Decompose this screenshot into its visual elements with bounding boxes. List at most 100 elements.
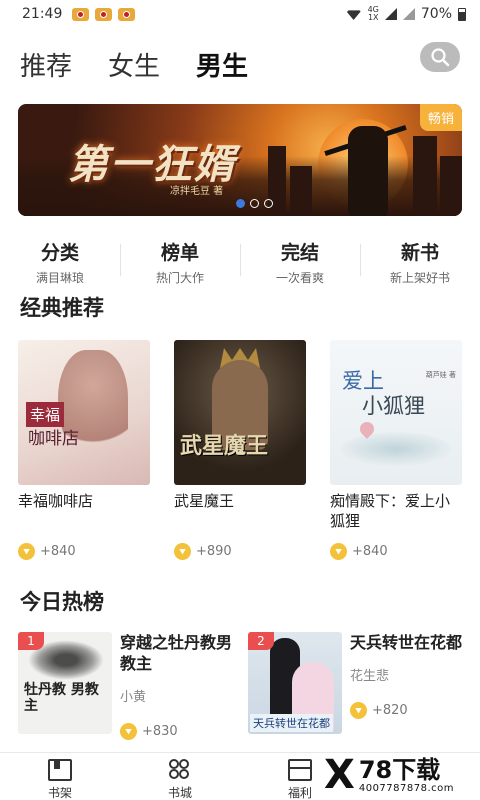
category-ranking[interactable]: 榜单 热门大作	[120, 238, 240, 285]
signal-icon	[384, 8, 397, 20]
gift-icon	[288, 759, 312, 781]
book-card[interactable]: 幸福 咖啡店 幸福咖啡店 +840	[18, 340, 150, 560]
coin-amount: +820	[372, 703, 408, 718]
book-cover[interactable]: 幸福 咖啡店	[18, 340, 150, 485]
wifi-icon	[345, 10, 362, 20]
banner-hero-figure	[348, 126, 388, 216]
category-sub: 新上架好书	[389, 271, 450, 285]
book-coins: +830	[120, 723, 232, 740]
book-title[interactable]: 穿越之牡丹教男教主	[120, 632, 232, 674]
rank-badge: 2	[248, 632, 274, 650]
battery-percent: 70%	[420, 6, 452, 22]
carousel-dot[interactable]	[250, 199, 259, 208]
category-sub: 满目琳琅	[35, 271, 84, 285]
category-completed[interactable]: 完结 一次看爽	[240, 238, 360, 285]
coin-icon	[120, 723, 137, 740]
nav-label: 书城	[167, 786, 192, 800]
watermark-x-icon: X	[324, 752, 355, 798]
watermark-logo: X 78下载 4007787878.com	[324, 752, 474, 798]
banner-author: 凉拌毛豆 著	[170, 186, 224, 197]
weibo-notification-icon	[72, 7, 90, 21]
signal-icon-2	[402, 8, 415, 20]
category-sub: 一次看爽	[275, 271, 324, 285]
book-coins: +840	[330, 543, 462, 560]
bottom-nav: 书架 书城 福利 X 78下载 4007787878.com	[0, 752, 480, 800]
top-tabs: 推荐 女生 男生	[20, 42, 460, 86]
banner-building	[290, 166, 312, 216]
network-type-bottom: 1X	[367, 13, 379, 22]
nav-bookstore[interactable]: 书城	[120, 753, 240, 800]
app-screen: 21:49 4G 1X 70% 推荐 女生 男生 第一狂婿 凉拌毛豆 著 畅销 …	[0, 0, 480, 800]
coin-icon	[174, 543, 191, 560]
bestseller-badge: 畅销	[419, 104, 462, 131]
watermark-text: 78下载	[358, 755, 441, 784]
book-cover[interactable]: 爱上 葫芦娃 著 小狐狸	[330, 340, 462, 485]
coin-icon	[330, 543, 347, 560]
carousel-dots	[236, 199, 273, 208]
app-notification-icon	[95, 7, 113, 21]
book-title[interactable]: 武星魔王	[174, 491, 306, 535]
search-icon	[431, 48, 450, 67]
bookstore-icon	[168, 759, 192, 781]
book-cover[interactable]: 武星魔王	[174, 340, 306, 485]
coin-amount: +830	[142, 724, 178, 739]
weibo-notification-icon-2	[118, 7, 136, 21]
category-new[interactable]: 新书 新上架好书	[360, 238, 480, 285]
section-title-text: 经典推荐	[20, 296, 104, 320]
status-time: 21:49	[22, 6, 63, 22]
banner-building	[413, 136, 437, 216]
status-bar: 21:49 4G 1X 70%	[0, 0, 480, 28]
tab-male[interactable]: 男生	[196, 46, 248, 83]
coin-icon	[18, 543, 35, 560]
search-button[interactable]	[420, 42, 460, 72]
book-card[interactable]: 爱上 葫芦娃 著 小狐狸 痴情殿下：爱上小狐狸 +840	[330, 340, 462, 560]
banner-carousel[interactable]: 第一狂婿 凉拌毛豆 著 畅销	[18, 104, 462, 216]
coin-amount: +890	[196, 544, 232, 559]
cover-title: 牡丹教 男教主	[24, 682, 99, 714]
cover-author: 葫芦娃 著	[425, 371, 456, 379]
book-cover[interactable]: 天兵转世在花都 2	[248, 632, 342, 734]
network-type: 4G 1X	[368, 6, 379, 22]
classic-book-list: 幸福 咖啡店 幸福咖啡店 +840 武星魔王 武星魔王 +890 爱上 葫芦娃 …	[18, 340, 462, 560]
hot-list: 牡丹教 男教主 1 穿越之牡丹教男教主 小黄 +830 天兵转世在花都 2 天兵…	[18, 632, 462, 740]
nav-label: 书架	[47, 786, 72, 800]
book-title[interactable]: 痴情殿下：爱上小狐狸	[330, 491, 462, 535]
coin-amount: +840	[40, 544, 76, 559]
hot-list-item[interactable]: 牡丹教 男教主 1 穿越之牡丹教男教主 小黄 +830	[18, 632, 232, 740]
watermark-url: 4007787878.com	[358, 782, 455, 794]
hot-list-item[interactable]: 天兵转世在花都 2 天兵转世在花都 花生悲 +820	[248, 632, 462, 740]
carousel-dot-active[interactable]	[236, 199, 245, 208]
book-coins: +840	[18, 543, 150, 560]
book-card[interactable]: 武星魔王 武星魔王 +890	[174, 340, 306, 560]
tab-recommend[interactable]: 推荐	[20, 46, 72, 83]
book-cover[interactable]: 牡丹教 男教主 1	[18, 632, 112, 734]
category-title: 完结	[280, 242, 319, 264]
cover-title-line2: 咖啡店	[28, 429, 79, 449]
tab-female[interactable]: 女生	[108, 46, 160, 83]
nav-bookshelf[interactable]: 书架	[0, 753, 120, 800]
coin-icon	[350, 702, 367, 719]
category-title: 新书	[400, 242, 439, 264]
nav-label: 福利	[287, 786, 312, 800]
book-title[interactable]: 幸福咖啡店	[18, 491, 150, 535]
battery-icon	[458, 7, 466, 21]
coin-amount: +840	[352, 544, 388, 559]
tab-male-label: 男生	[196, 51, 249, 82]
category-classify[interactable]: 分类 满目琳琅	[0, 238, 120, 285]
category-row: 分类 满目琳琅 榜单 热门大作 完结 一次看爽 新书 新上架好书	[0, 238, 480, 285]
status-right: 4G 1X 70%	[345, 6, 466, 22]
banner-building	[440, 156, 462, 216]
hot-item-info: 穿越之牡丹教男教主 小黄 +830	[120, 632, 232, 740]
category-title: 榜单	[160, 242, 199, 264]
book-title[interactable]: 天兵转世在花都	[350, 632, 462, 653]
carousel-dot[interactable]	[264, 199, 273, 208]
cover-title: 武星魔王	[180, 433, 269, 459]
bookshelf-icon	[48, 759, 72, 781]
cover-title: 天兵转世在花都	[250, 714, 333, 732]
section-title-classic: 经典推荐	[20, 292, 104, 322]
cover-title-line2: 小狐狸	[362, 394, 425, 418]
section-title-text: 今日热榜	[20, 590, 104, 614]
book-author: 小黄	[120, 690, 147, 705]
rank-badge: 1	[18, 632, 44, 650]
hot-item-info: 天兵转世在花都 花生悲 +820	[350, 632, 462, 740]
